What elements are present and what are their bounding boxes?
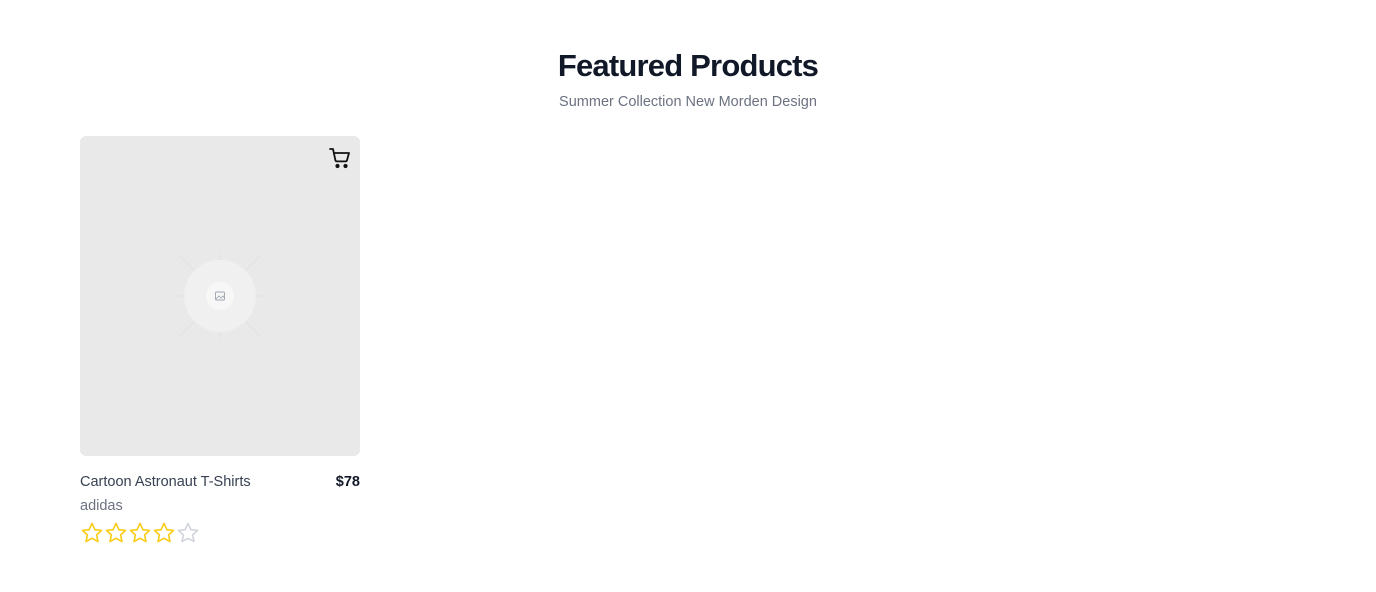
product-price: $78 xyxy=(335,474,360,490)
product-brand: adidas xyxy=(80,498,123,514)
star-filled-icon xyxy=(105,522,127,543)
image-placeholder-icon xyxy=(175,251,265,341)
featured-products-section: Featured Products Summer Collection New … xyxy=(0,0,1376,592)
star-filled-icon xyxy=(81,522,103,543)
add-to-cart-button[interactable] xyxy=(326,144,354,172)
product-image[interactable] xyxy=(80,136,360,456)
product-card[interactable]: Cartoon Astronaut T-Shirts $78 adidas xyxy=(80,136,360,545)
product-info-row: Cartoon Astronaut T-Shirts $78 xyxy=(80,472,360,496)
star-filled-icon xyxy=(153,522,175,543)
product-name[interactable]: Cartoon Astronaut T-Shirts xyxy=(80,472,251,492)
star-empty-icon xyxy=(177,522,199,543)
section-title: Featured Products xyxy=(557,48,819,83)
star-filled-icon xyxy=(129,522,151,543)
product-rating xyxy=(80,521,360,545)
section-subtitle: Summer Collection New Morden Design xyxy=(559,94,817,110)
cart-icon xyxy=(329,148,350,169)
